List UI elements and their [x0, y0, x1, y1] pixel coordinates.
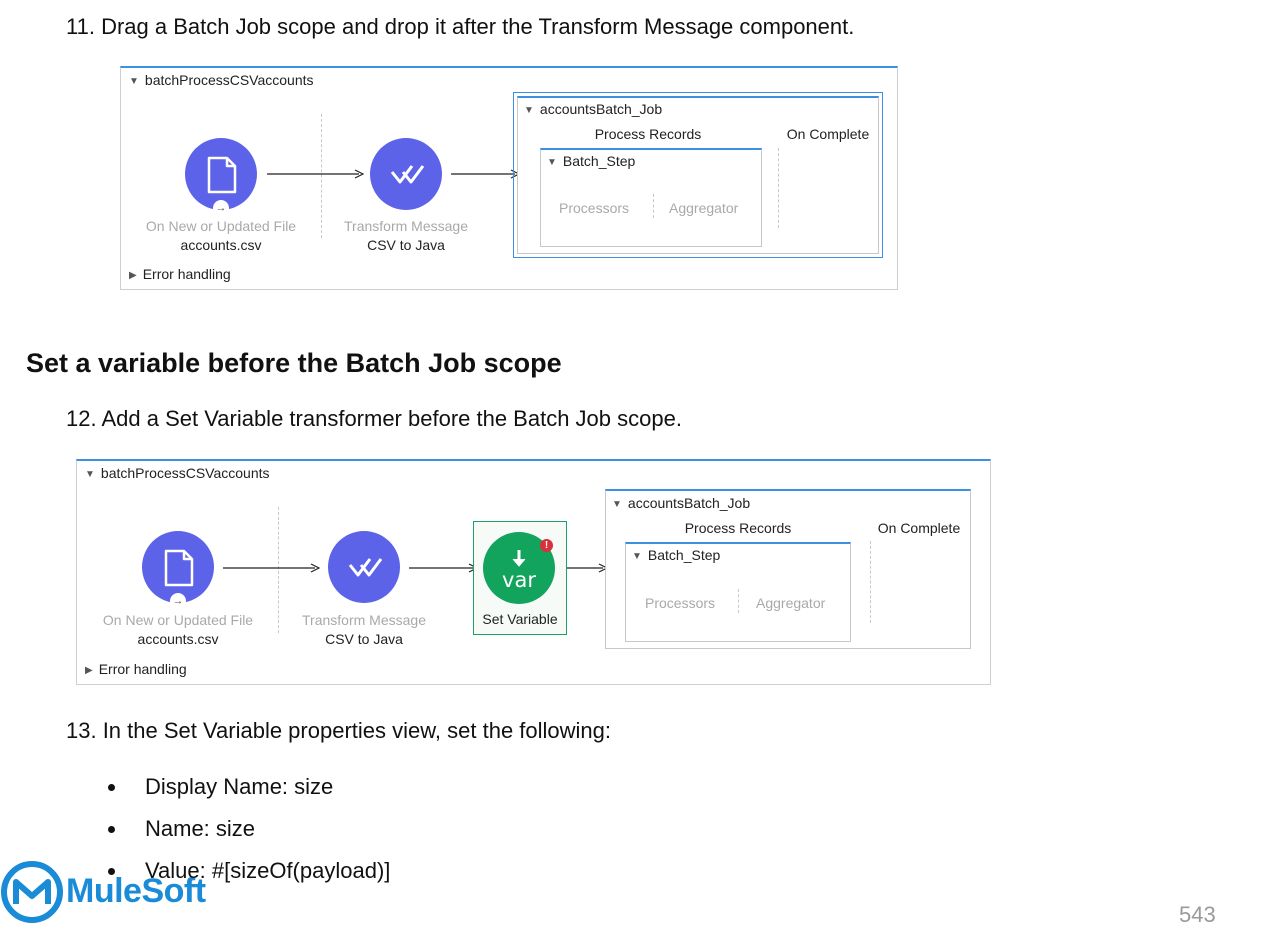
flow-name: batchProcessCSVaccounts [100, 465, 270, 481]
batch-step-title[interactable]: ▼ Batch_Step [547, 153, 635, 169]
bullet-item: Name: size [108, 816, 256, 842]
process-records-label: Process Records [594, 126, 702, 142]
transform-label: Transform Message [302, 612, 426, 628]
source-label: On New or Updated File [145, 218, 297, 234]
error-badge-icon[interactable]: ! [540, 539, 553, 552]
bullet-icon [108, 784, 115, 791]
source-sublabel: accounts.csv [180, 237, 262, 253]
transform-label: Transform Message [344, 218, 468, 234]
source-label: On New or Updated File [102, 612, 254, 628]
processors-label: Processors [645, 595, 716, 611]
batch-step-title[interactable]: ▼ Batch_Step [632, 547, 720, 563]
step-13-text: 13. In the Set Variable properties view,… [66, 718, 612, 743]
on-complete-label: On Complete [877, 520, 961, 536]
flow-title[interactable]: ▼ batchProcessCSVaccounts [129, 72, 314, 88]
collapse-triangle-icon[interactable]: ▼ [129, 76, 139, 87]
trigger-arrow-icon: → [213, 200, 229, 216]
batch-job-title[interactable]: ▼ accountsBatch_Job [524, 101, 662, 117]
batch-job-title[interactable]: ▼ accountsBatch_Job [612, 495, 750, 511]
bullet-text: Value: #[sizeOf(payload)] [145, 858, 391, 883]
processors-label: Processors [559, 200, 630, 216]
file-listener-component[interactable]: → [185, 138, 257, 216]
transform-icon [390, 165, 425, 184]
transform-sublabel: CSV to Java [325, 631, 403, 647]
transform-sublabel: CSV to Java [367, 237, 445, 253]
source-sublabel: accounts.csv [137, 631, 219, 647]
connector-arrow [267, 169, 365, 179]
flow-diagram-2: ▼ batchProcessCSVaccounts → On New or Upd… [76, 459, 991, 685]
trigger-arrow-icon: → [170, 593, 186, 609]
bullet-icon [108, 868, 115, 875]
page-number: 543 [1179, 902, 1216, 927]
collapse-triangle-icon[interactable]: ▼ [612, 499, 622, 510]
step-12-text: 12. Add a Set Variable transformer befor… [66, 406, 682, 431]
step-11-text: 11. Drag a Batch Job scope and drop it a… [66, 14, 855, 39]
connector-arrow [223, 563, 321, 573]
aggregator-label: Aggregator [756, 595, 826, 611]
divider [870, 541, 871, 623]
process-records-label: Process Records [684, 520, 792, 536]
on-complete-label: On Complete [786, 126, 870, 142]
set-variable-component[interactable]: var ! Set Variable [473, 521, 567, 635]
bullet-item: Value: #[sizeOf(payload)] [108, 858, 391, 884]
batch-step-scope[interactable]: ▼ Batch_Step Processors Aggregator [625, 542, 851, 642]
flow-title[interactable]: ▼ batchProcessCSVaccounts [85, 465, 270, 481]
collapse-triangle-icon[interactable]: ▼ [524, 105, 534, 116]
error-handling-toggle[interactable]: ▶ Error handling [129, 266, 231, 282]
batch-job-scope[interactable]: ▼ accountsBatch_Job Process Records On Co… [517, 96, 879, 254]
batch-step-scope[interactable]: ▼ Batch_Step Processors Aggregator [540, 148, 762, 247]
set-variable-label: Set Variable [482, 611, 558, 627]
file-listener-component[interactable]: → [142, 531, 214, 609]
bullet-item: Display Name: size [108, 774, 334, 800]
collapse-triangle-icon[interactable]: ▼ [85, 469, 95, 480]
var-text: var [502, 568, 536, 592]
expand-triangle-icon[interactable]: ▶ [85, 665, 93, 676]
collapse-triangle-icon[interactable]: ▼ [547, 157, 557, 168]
batch-job-name: accountsBatch_Job [627, 495, 751, 511]
batch-step-name: Batch_Step [647, 547, 721, 563]
collapse-triangle-icon[interactable]: ▼ [632, 551, 642, 562]
connector-arrow [567, 563, 609, 573]
connector-arrow [451, 169, 521, 179]
transform-message-component[interactable] [328, 531, 400, 603]
flow-diagram-1: ▼ batchProcessCSVaccounts → On New or Upd… [120, 66, 898, 290]
flow-name: batchProcessCSVaccounts [144, 72, 314, 88]
error-handling-label: Error handling [98, 661, 187, 677]
error-handling-toggle[interactable]: ▶ Error handling [85, 661, 187, 677]
mulesoft-logo-icon [1, 861, 63, 923]
error-handling-label: Error handling [142, 266, 231, 282]
aggregator-label: Aggregator [669, 200, 739, 216]
connector-arrow [409, 563, 479, 573]
bullet-text: Display Name: size [145, 774, 334, 799]
transform-message-component[interactable] [370, 138, 442, 210]
expand-triangle-icon[interactable]: ▶ [129, 270, 137, 281]
section-heading: Set a variable before the Batch Job scop… [26, 348, 562, 378]
batch-job-scope[interactable]: ▼ accountsBatch_Job Process Records On Co… [605, 489, 971, 649]
divider [778, 148, 779, 228]
batch-job-name: accountsBatch_Job [539, 101, 663, 117]
batch-step-name: Batch_Step [562, 153, 636, 169]
bullet-icon [108, 826, 115, 833]
bullet-text: Name: size [145, 816, 256, 841]
transform-icon [348, 558, 383, 577]
divider [738, 589, 739, 613]
divider [653, 194, 654, 218]
